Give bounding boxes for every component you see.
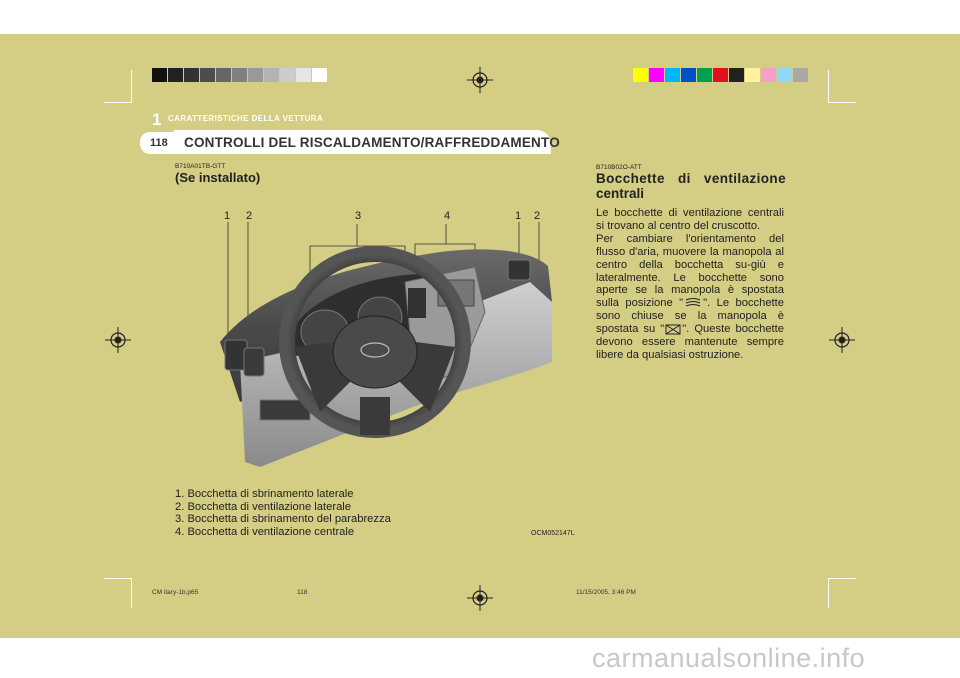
callout-number: 3 bbox=[355, 210, 362, 222]
legend-item: 1. Bocchetta di sbrinamento laterale bbox=[175, 488, 354, 500]
color-swatch bbox=[168, 68, 183, 82]
color-swatch bbox=[649, 68, 664, 82]
color-swatch bbox=[761, 68, 776, 82]
callout-number: 1 bbox=[224, 210, 231, 222]
color-swatch bbox=[296, 68, 311, 82]
dashboard-illustration bbox=[220, 222, 552, 467]
subsection-heading-continued: centrali bbox=[596, 186, 645, 201]
registration-mark-icon bbox=[467, 67, 493, 93]
color-swatch bbox=[665, 68, 680, 82]
color-swatch bbox=[697, 68, 712, 82]
color-swatch bbox=[264, 68, 279, 82]
color-swatch bbox=[312, 68, 327, 82]
callout-number: 2 bbox=[246, 210, 253, 222]
paragraph: Le bocchette di ventilazione centrali si… bbox=[596, 207, 784, 232]
color-swatch bbox=[729, 68, 744, 82]
section-title: CONTROLLI DEL RISCALDAMENTO/RAFFREDDAMEN… bbox=[184, 135, 560, 150]
watermark: carmanualsonline.info bbox=[592, 643, 866, 673]
registration-mark-icon bbox=[829, 327, 855, 353]
color-swatch bbox=[633, 68, 648, 82]
color-swatch bbox=[248, 68, 263, 82]
body-text: Le bocchette di ventilazione centrali si… bbox=[596, 207, 784, 362]
chapter-number: 1 bbox=[152, 110, 162, 129]
vent-open-icon bbox=[685, 298, 701, 307]
footer-filename: CM itary-1b.p65 bbox=[152, 589, 199, 596]
registration-mark-icon bbox=[467, 585, 493, 611]
color-swatch bbox=[280, 68, 295, 82]
color-swatch bbox=[184, 68, 199, 82]
color-swatch bbox=[152, 68, 167, 82]
figure-code: OCM052147L bbox=[531, 530, 575, 537]
color-swatch bbox=[713, 68, 728, 82]
color-swatch bbox=[777, 68, 792, 82]
color-swatch bbox=[681, 68, 696, 82]
chapter-title: CARATTERISTICHE DELLA VETTURA bbox=[168, 114, 324, 123]
color-swatch bbox=[232, 68, 247, 82]
callout-number: 1 bbox=[515, 210, 522, 222]
registration-mark-icon bbox=[105, 327, 131, 353]
subsection-heading: (Se installato) bbox=[175, 170, 261, 185]
color-swatch bbox=[793, 68, 808, 82]
vent-closed-icon bbox=[665, 324, 681, 335]
callout-number: 2 bbox=[534, 210, 541, 222]
gray-calibration-strip bbox=[152, 68, 328, 82]
footer-page: 118 bbox=[297, 589, 308, 596]
legend-item: 4. Bocchetta di ventilazione centrale bbox=[175, 525, 355, 538]
color-swatch bbox=[200, 68, 215, 82]
callout-number: 4 bbox=[444, 210, 451, 222]
color-swatch bbox=[745, 68, 760, 82]
paragraph: Per cambiare l'orientamento del flusso d… bbox=[596, 232, 784, 361]
footer-date: 11/15/2005, 3:46 PM bbox=[576, 589, 636, 596]
legend-item: 2. Bocchetta di ventilazione laterale bbox=[175, 500, 352, 513]
page-number: 118 bbox=[150, 137, 168, 149]
color-calibration-strip bbox=[633, 68, 809, 82]
subsection-heading: Bocchette di ventilazione bbox=[596, 171, 786, 186]
color-swatch bbox=[216, 68, 231, 82]
legend-item: 3. Bocchetta di sbrinamento del parabrez… bbox=[175, 513, 391, 525]
figure-legend: 1. Bocchetta di sbrinamento laterale 2. … bbox=[175, 488, 391, 538]
reference-code: B710A01TB-GTT bbox=[175, 163, 226, 170]
reference-code: B710B02O-ATT bbox=[596, 164, 642, 171]
